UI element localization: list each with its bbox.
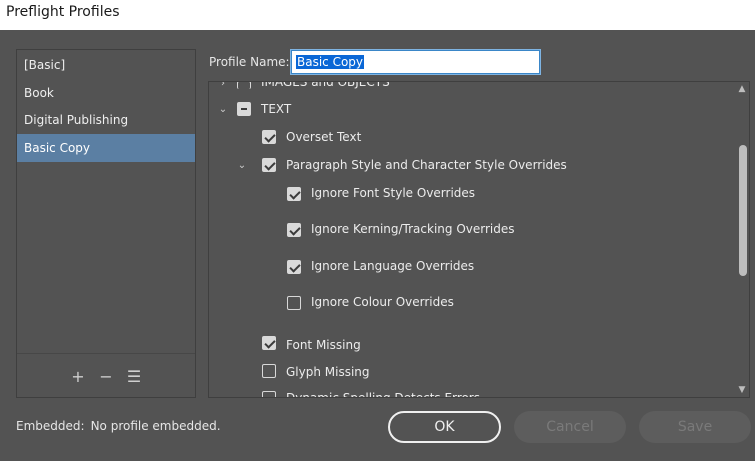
- checkbox-font-missing[interactable]: [262, 336, 276, 350]
- tree-label-dynamic-spelling: Dynamic Spelling Detects Errors: [286, 391, 480, 398]
- checkbox-images-objects[interactable]: [237, 82, 251, 89]
- scroll-up-icon[interactable]: ▲: [737, 84, 747, 94]
- tree-label-images-objects: IMAGES and OBJECTS: [261, 81, 390, 89]
- checkbox-ignore-colour[interactable]: [287, 296, 301, 310]
- profile-item-digital-publishing[interactable]: Digital Publishing: [17, 106, 195, 134]
- profiles-list: [Basic] Book Digital Publishing Basic Co…: [16, 49, 196, 398]
- profile-item-book[interactable]: Book: [17, 79, 195, 107]
- scrollbar-thumb[interactable]: [739, 145, 747, 276]
- embedded-value: No profile embedded.: [90, 419, 221, 433]
- checkbox-text[interactable]: [237, 102, 251, 116]
- tree-label-ignore-kerning: Ignore Kerning/Tracking Overrides: [311, 222, 515, 236]
- minus-icon[interactable]: −: [97, 368, 115, 386]
- preflight-tree: › IMAGES and OBJECTS ⌄ TEXT Overset Text…: [208, 81, 750, 398]
- checkbox-overset-text[interactable]: [262, 130, 276, 144]
- plus-icon[interactable]: +: [69, 368, 87, 386]
- ok-button[interactable]: OK: [388, 411, 501, 443]
- tree-label-overset-text: Overset Text: [286, 130, 362, 144]
- tree-label-ignore-colour: Ignore Colour Overrides: [311, 295, 454, 309]
- save-button[interactable]: Save: [639, 411, 751, 443]
- title-bar: Preflight Profiles: [0, 0, 755, 30]
- profile-item-basic[interactable]: [Basic]: [17, 51, 195, 79]
- embedded-label: Embedded:: [16, 419, 85, 433]
- tree-label-glyph-missing: Glyph Missing: [286, 365, 370, 379]
- hamburger-menu-icon[interactable]: ☰: [125, 368, 143, 386]
- checkbox-ignore-font-style[interactable]: [287, 187, 301, 201]
- tree-label-ignore-font-style: Ignore Font Style Overrides: [311, 186, 476, 200]
- window-title: Preflight Profiles: [6, 4, 120, 20]
- checkbox-dynamic-spelling[interactable]: [262, 391, 276, 397]
- tree-label-ignore-language: Ignore Language Overrides: [311, 259, 475, 273]
- cancel-button[interactable]: Cancel: [514, 411, 626, 443]
- checkbox-style-overrides[interactable]: [262, 158, 276, 172]
- scroll-down-icon[interactable]: ▼: [737, 385, 747, 395]
- profile-name-input[interactable]: Basic Copy: [291, 50, 540, 74]
- profile-name-label: Profile Name:: [209, 55, 290, 69]
- chevron-down-icon[interactable]: ⌄: [217, 104, 229, 116]
- checkbox-ignore-kerning[interactable]: [287, 223, 301, 237]
- chevron-down-icon[interactable]: ⌄: [236, 160, 248, 172]
- tree-label-text: TEXT: [261, 102, 292, 116]
- checkbox-glyph-missing[interactable]: [262, 364, 276, 378]
- profile-name-value: Basic Copy: [296, 55, 365, 69]
- list-divider: [17, 353, 195, 354]
- tree-scrollbar[interactable]: ▲ ▼: [735, 82, 749, 397]
- checkbox-ignore-language[interactable]: [287, 260, 301, 274]
- tree-label-style-overrides: Paragraph Style and Character Style Over…: [286, 158, 567, 172]
- embedded-status: Embedded: No profile embedded.: [16, 419, 221, 433]
- profile-item-basic-copy[interactable]: Basic Copy: [17, 134, 195, 162]
- tree-label-font-missing: Font Missing: [286, 338, 361, 352]
- chevron-right-icon[interactable]: ›: [217, 82, 229, 90]
